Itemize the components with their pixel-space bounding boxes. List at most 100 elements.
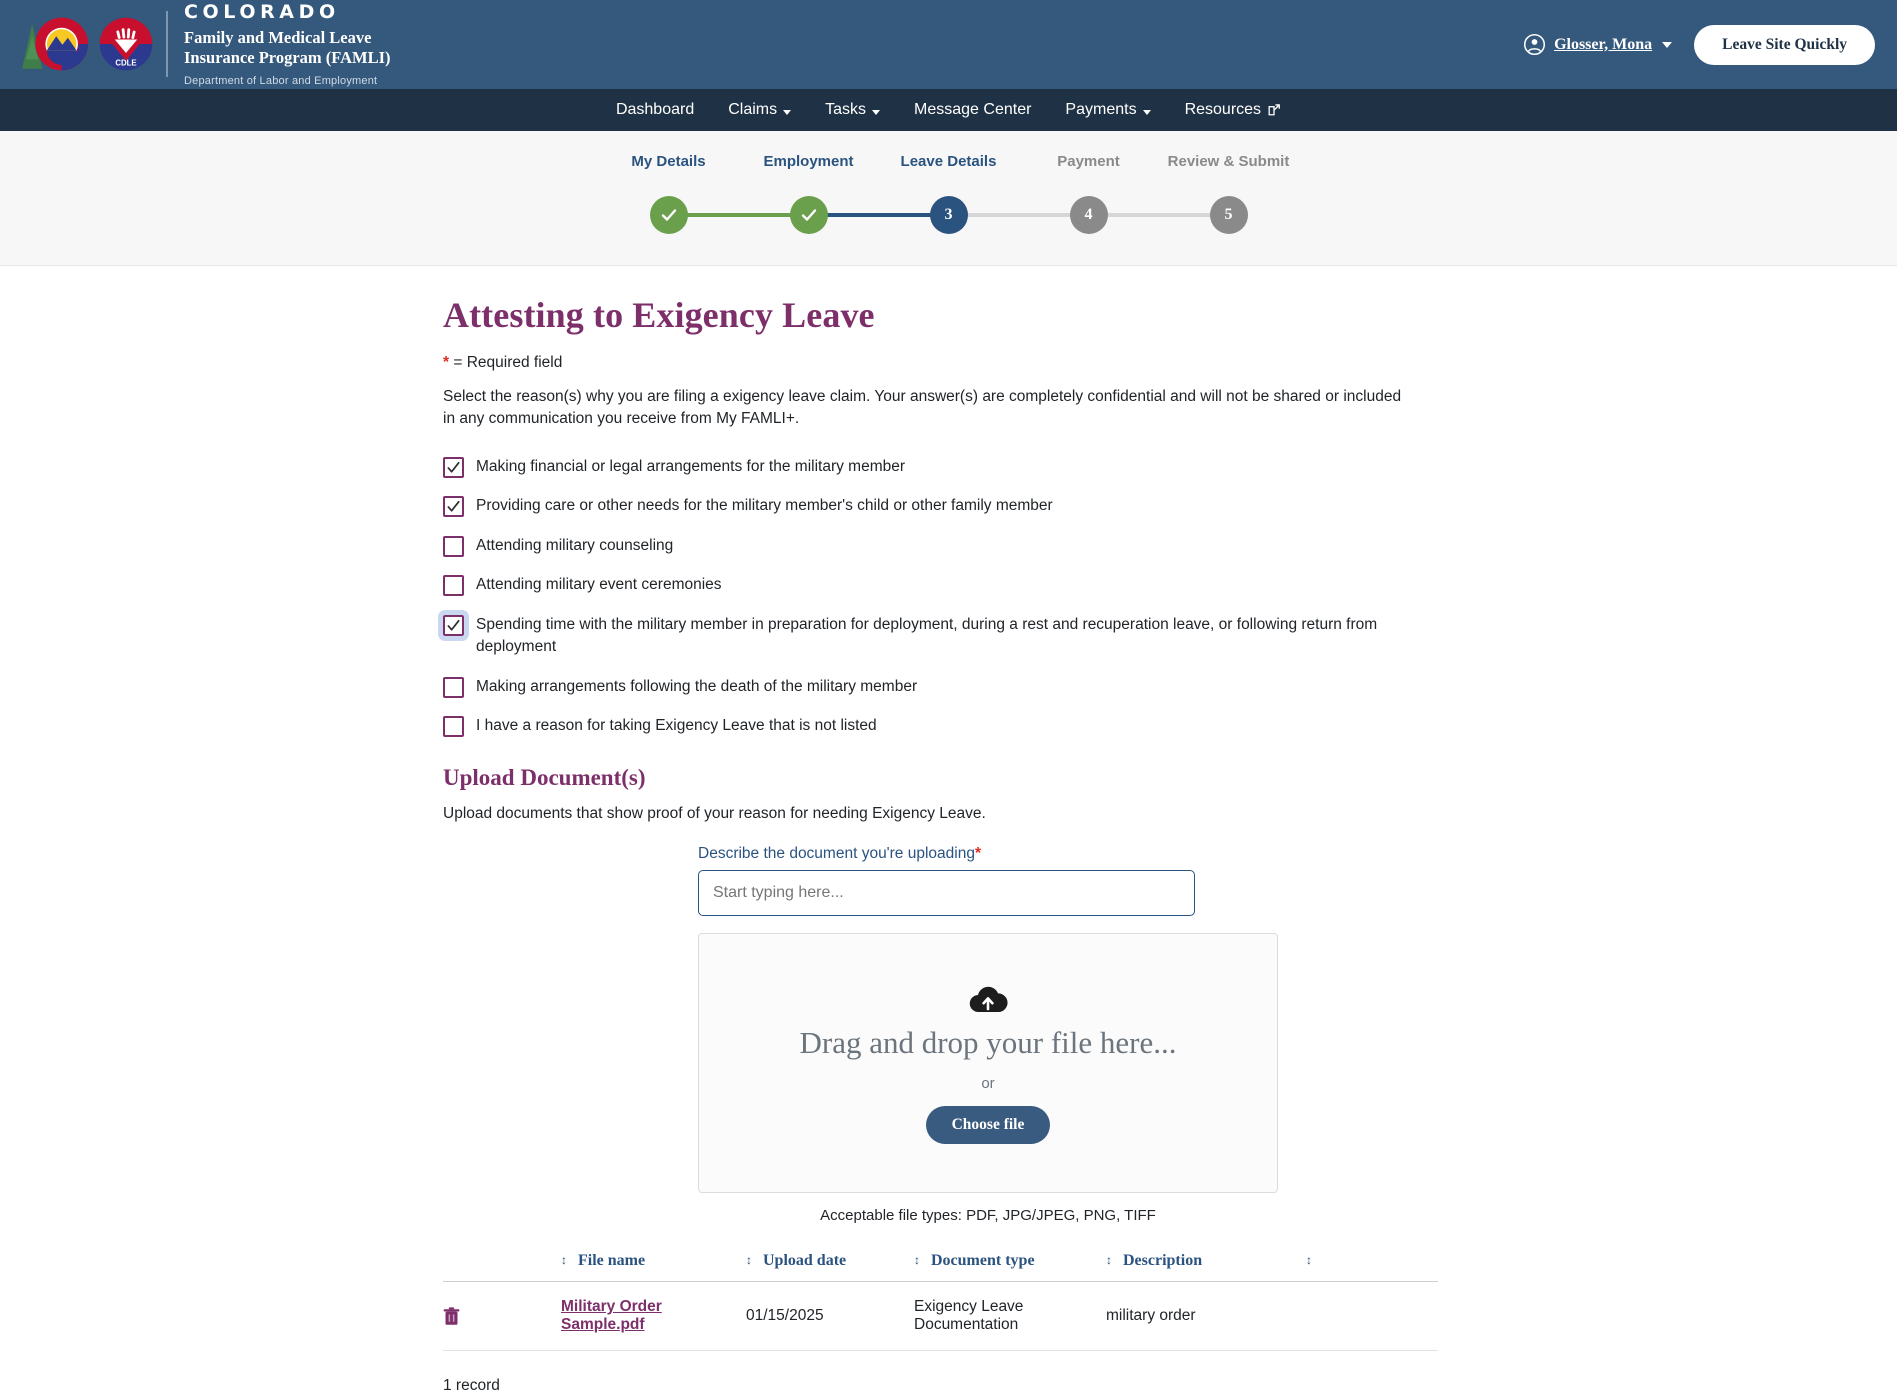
dropzone-text: Drag and drop your file here...: [799, 1024, 1177, 1060]
leave-site-quickly-button[interactable]: Leave Site Quickly: [1694, 24, 1875, 65]
nav-label: Resources: [1184, 101, 1262, 118]
check-icon: [447, 501, 460, 512]
user-circle-icon: [1524, 33, 1546, 56]
intro-text: Select the reason(s) why you are filing …: [443, 387, 1402, 427]
row-extra-cell: [1306, 1281, 1438, 1352]
main-navigation: Dashboard Claims Tasks Message Center Pa…: [0, 89, 1897, 131]
exigency-reasons-list: Making financial or legal arrangements f…: [438, 456, 1438, 738]
table-col-description[interactable]: ↕ Description: [1106, 1246, 1306, 1283]
table-col-document-type-label: Document type: [931, 1252, 1035, 1270]
brand-logo: CDLE COLORADO Family and Medical Leave I…: [18, 0, 391, 87]
nav-item-dashboard[interactable]: Dashboard: [599, 101, 711, 119]
acceptable-file-types: Acceptable file types: PDF, JPG/JPEG, PN…: [820, 1207, 1156, 1225]
row-description-cell: military order: [1106, 1281, 1306, 1352]
sort-updown-icon[interactable]: ↕: [561, 1253, 572, 1268]
reason-label-6: I have a reason for taking Exigency Leav…: [476, 716, 877, 734]
brand-state: COLORADO: [184, 0, 340, 23]
reason-row-2[interactable]: Attending military counseling: [443, 535, 1438, 557]
nav-label: Tasks: [825, 101, 867, 118]
record-count: 1 record: [443, 1377, 500, 1395]
chevron-down-icon: [1142, 109, 1151, 115]
brand-divider: [166, 11, 168, 78]
reason-checkbox-1[interactable]: [443, 496, 464, 518]
table-col-document-type[interactable]: ↕ Document type: [914, 1246, 1106, 1283]
reason-checkbox-5[interactable]: [443, 676, 464, 698]
reason-checkbox-0[interactable]: [443, 456, 464, 478]
row-upload-date-cell: 01/15/2025: [746, 1281, 914, 1352]
describe-document-input[interactable]: [698, 870, 1195, 917]
step-label-employment: Employment: [763, 153, 854, 170]
chevron-down-icon: [783, 109, 792, 115]
file-dropzone[interactable]: Drag and drop your file here... or Choos…: [698, 933, 1278, 1194]
reason-label-1: Providing care or other needs for the mi…: [476, 497, 1053, 515]
sort-updown-icon[interactable]: ↕: [914, 1253, 925, 1268]
page-title: Attesting to Exigency Leave: [443, 294, 875, 335]
sort-updown-icon[interactable]: ↕: [1306, 1253, 1317, 1268]
dropzone-or-text: or: [981, 1074, 995, 1092]
brand-department: Department of Labor and Employment: [184, 74, 378, 87]
check-icon: [661, 208, 676, 221]
progress-stepper: My Details Employment Leave Details Paym…: [0, 131, 1897, 266]
table-col-extra-sort[interactable]: ↕: [1306, 1246, 1438, 1283]
nav-label: Payments: [1065, 101, 1137, 118]
user-menu[interactable]: Glosser, Mona: [1523, 33, 1673, 56]
reason-checkbox-4[interactable]: [438, 609, 469, 641]
reason-checkbox-2[interactable]: [443, 535, 464, 557]
main-content: Attesting to Exigency Leave * = Required…: [0, 266, 1897, 1397]
nav-item-payments[interactable]: Payments: [1048, 101, 1167, 119]
step-label-review-submit: Review & Submit: [1167, 153, 1290, 170]
logo-marks: CDLE: [18, 13, 154, 75]
cdle-badge-text: CDLE: [115, 59, 136, 68]
nav-item-resources[interactable]: Resources: [1168, 101, 1298, 119]
required-asterisk: *: [974, 845, 982, 863]
row-document-type-cell: Exigency Leave Documentation: [914, 1281, 1106, 1352]
table-col-upload-date[interactable]: ↕ Upload date: [746, 1246, 914, 1283]
step-circle-3[interactable]: 3: [929, 195, 968, 234]
reason-row-4[interactable]: Spending time with the military member i…: [438, 609, 1438, 659]
table-col-file-name[interactable]: ↕ File name: [561, 1246, 746, 1283]
sort-updown-icon[interactable]: ↕: [746, 1253, 757, 1268]
reason-checkbox-6[interactable]: [443, 715, 464, 737]
site-header: CDLE COLORADO Family and Medical Leave I…: [0, 0, 1897, 89]
reason-checkbox-3[interactable]: [443, 575, 464, 597]
brand-program-line1: Family and Medical Leave: [184, 27, 372, 47]
reason-label-4: Spending time with the military member i…: [476, 615, 1378, 656]
required-field-note: * = Required field: [443, 354, 1438, 372]
table-col-upload-date-label: Upload date: [763, 1252, 847, 1270]
describe-document-label-text: Describe the document you're uploading: [698, 845, 975, 863]
row-delete-cell[interactable]: [443, 1281, 561, 1352]
reason-row-5[interactable]: Making arrangements following the death …: [443, 676, 1438, 698]
chevron-down-icon: [872, 109, 881, 115]
upload-section-title: Upload Document(s): [443, 765, 646, 791]
step-circle-4[interactable]: 4: [1069, 195, 1108, 234]
required-asterisk: *: [443, 353, 450, 371]
nav-label: Claims: [728, 101, 778, 118]
colorado-logo-icon: [22, 18, 88, 71]
trash-icon[interactable]: [443, 1307, 460, 1326]
step-circle-1[interactable]: [649, 195, 688, 234]
user-name-label: Glosser, Mona: [1554, 35, 1653, 53]
reason-row-0[interactable]: Making financial or legal arrangements f…: [443, 456, 1438, 478]
nav-item-tasks[interactable]: Tasks: [808, 101, 897, 119]
check-icon: [801, 208, 816, 221]
nav-item-message-center[interactable]: Message Center: [897, 101, 1048, 119]
upload-panel: Describe the document you're uploading* …: [698, 845, 1278, 1224]
brand-program-line2: Insurance Program (FAMLI): [184, 48, 391, 68]
reason-label-2: Attending military counseling: [476, 536, 674, 554]
reason-row-3[interactable]: Attending military event ceremonies: [443, 574, 1438, 597]
table-col-delete: [443, 1246, 561, 1283]
step-circle-2[interactable]: [789, 195, 828, 234]
file-name-link[interactable]: Military Order Sample.pdf: [561, 1298, 662, 1333]
chevron-down-icon: [1662, 41, 1673, 48]
nav-item-claims[interactable]: Claims: [711, 101, 808, 119]
reason-row-1[interactable]: Providing care or other needs for the mi…: [443, 495, 1438, 518]
choose-file-button[interactable]: Choose file: [925, 1105, 1051, 1144]
table-header-row: ↕ File name ↕ Upload date ↕ Document type ↕…: [443, 1246, 1438, 1283]
row-file-name-cell: Military Order Sample.pdf: [561, 1281, 746, 1352]
cloud-upload-icon: [969, 986, 1008, 1012]
step-circle-5[interactable]: 5: [1209, 195, 1248, 234]
external-link-icon: [1268, 104, 1280, 116]
sort-updown-icon[interactable]: ↕: [1106, 1253, 1117, 1268]
reason-row-6[interactable]: I have a reason for taking Exigency Leav…: [443, 715, 1438, 737]
check-icon: [447, 619, 460, 631]
